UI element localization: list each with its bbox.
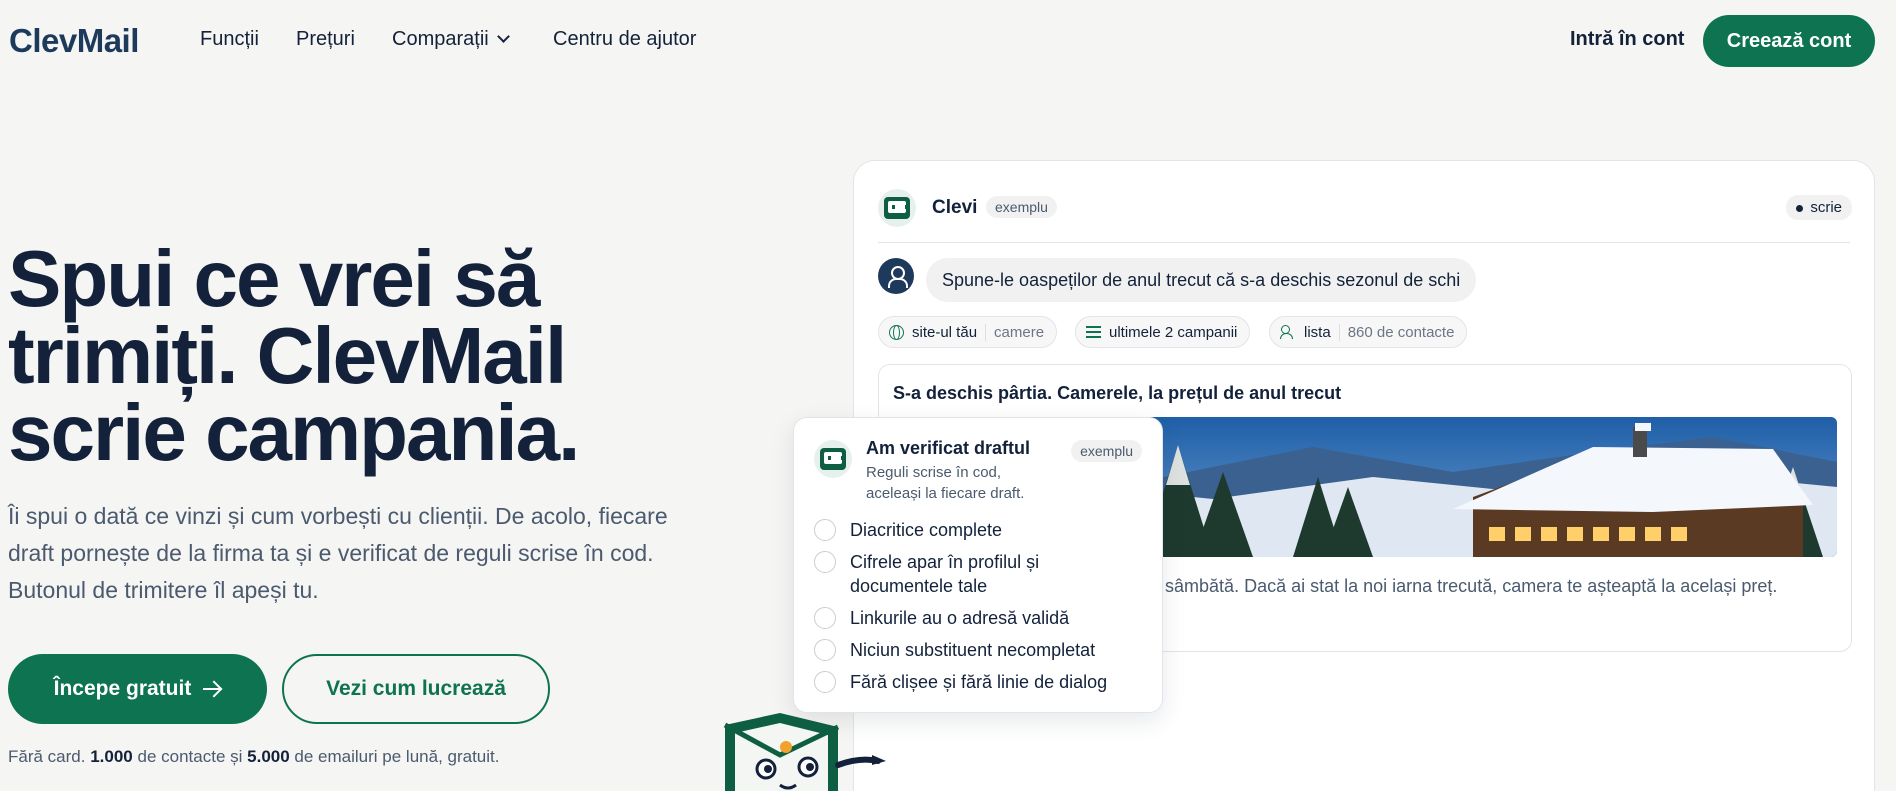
divider: [878, 242, 1850, 243]
pricing-note-post: de emailuri pe lună, gratuit.: [294, 747, 500, 766]
check-item-label: Linkurile au o adresă validă: [850, 608, 1070, 628]
start-free-button[interactable]: Începe gratuit: [8, 654, 267, 724]
check-item: Cifrele apar în profilul și documentele …: [814, 550, 1144, 598]
chip-value: 860 de contacte: [1338, 323, 1454, 341]
envelope-mascot-icon: [820, 448, 846, 470]
pricing-note-mid: de contacte și: [137, 747, 243, 766]
chip-label: site-ul tău: [912, 323, 978, 341]
check-title: Am verificat draftul: [866, 438, 1031, 458]
pricing-note: Fără card. 1.000 de contacte și 5.000 de…: [8, 747, 499, 767]
nav-link-comparatii-label: Comparații: [392, 28, 489, 50]
list-icon: [1086, 326, 1101, 338]
check-description: Reguli scrise în cod, aceleași la fiecar…: [866, 464, 1025, 502]
nav-link-comparatii[interactable]: Comparații: [392, 28, 510, 51]
chip-value: camere: [985, 323, 1044, 341]
envelope-mascot-icon: [884, 197, 910, 219]
hero-subtitle: Îi spui o dată ce vinzi și cum vorbești …: [8, 503, 668, 603]
source-chip-campaigns[interactable]: ultimele 2 campanii: [1075, 316, 1251, 348]
nav-link-centru-de-ajutor[interactable]: Centru de ajutor: [553, 28, 696, 51]
chip-label: ultimele 2 campanii: [1109, 323, 1238, 341]
draft-check-card: Am verificat draftul exemplu Reguli scri…: [793, 417, 1163, 713]
example-badge: exemplu: [1071, 440, 1142, 462]
chevron-down-icon: [496, 30, 510, 43]
envelope-mascot: [723, 713, 886, 791]
source-chip-website[interactable]: site-ul tău camere: [878, 316, 1058, 348]
nav-link-preturi[interactable]: Prețuri: [296, 28, 355, 51]
check-circle-icon: [814, 519, 836, 541]
logo[interactable]: ClevMail: [9, 22, 139, 60]
check-item-label: Niciun substituent necompletat: [850, 640, 1096, 660]
check-item: Niciun substituent necompletat: [814, 638, 1144, 662]
check-circle-icon: [814, 671, 836, 693]
example-badge: exemplu: [986, 196, 1057, 218]
check-circle-icon: [814, 551, 836, 573]
hero-title-line: Spui ce vrei să: [8, 234, 540, 323]
source-chip-list[interactable]: lista 860 de contacte: [1269, 316, 1468, 348]
hero-title: Spui ce vrei să trimiți. ClevMail scrie …: [8, 234, 708, 477]
check-item-label: Diacritice complete: [850, 520, 1003, 540]
email-subject: S-a deschis pârtia. Camerele, la prețul …: [893, 383, 1342, 403]
contacts-count: 1.000: [90, 747, 133, 766]
assistant-name: Clevi: [932, 197, 978, 218]
pricing-note-pre: Fără card.: [8, 747, 86, 766]
check-item: Fără clișee și fără linie de dialog: [814, 670, 1144, 694]
check-item-label: Cifrele apar în profilul și documentele …: [850, 552, 1040, 596]
status-badge: scrie: [1786, 195, 1852, 220]
user-avatar-icon: [878, 258, 914, 294]
nav-link-functii[interactable]: Funcții: [200, 28, 259, 51]
arrow-right-icon: [203, 688, 222, 690]
check-circle-icon: [814, 607, 836, 629]
check-item: Diacritice complete: [814, 518, 1144, 542]
emails-count: 5.000: [247, 747, 290, 766]
start-free-label: Începe gratuit: [53, 677, 192, 700]
checker-avatar: [814, 440, 852, 478]
check-circle-icon: [814, 639, 836, 661]
user-prompt-bubble: Spune-le oaspeților de anul trecut că s-…: [926, 258, 1477, 302]
see-how-it-works-button[interactable]: Vezi cum lucrează: [282, 654, 550, 724]
check-item-label: Fără clișee și fără linie de dialog: [850, 672, 1108, 692]
globe-icon: [889, 324, 904, 340]
signup-button[interactable]: Creează cont: [1703, 15, 1875, 67]
check-item: Linkurile au o adresă validă: [814, 606, 1144, 630]
hero-title-line: trimiți. ClevMail: [8, 311, 567, 400]
hero-title-line: scrie campania.: [8, 388, 580, 477]
chip-label: lista: [1304, 323, 1331, 341]
users-icon: [1280, 325, 1296, 339]
login-link[interactable]: Intră în cont: [1570, 28, 1684, 51]
top-navigation: ClevMail Funcții Prețuri Comparații Cent…: [0, 0, 1896, 80]
assistant-avatar: [878, 189, 916, 227]
